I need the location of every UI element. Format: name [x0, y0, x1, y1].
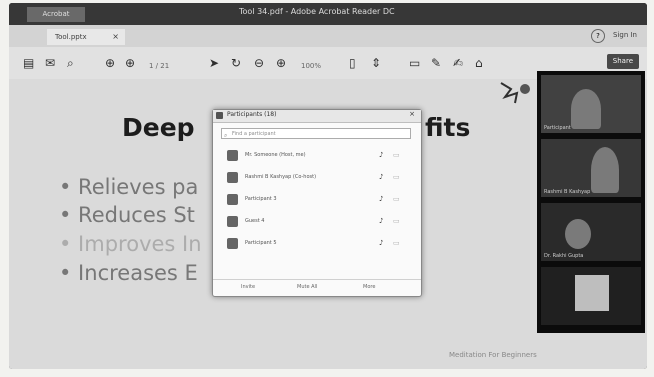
tab-bar: Tool.pptx × ? Sign In [9, 25, 647, 47]
participants-footer: Invite Mute All More [213, 279, 421, 296]
video-tile[interactable] [541, 267, 641, 325]
video-gallery: Participant Rashmi B Kashyap Dr. Rakhi G… [537, 71, 645, 333]
bullet-1: • Relieves pa [59, 175, 199, 199]
window-title: Tool 34.pdf - Adobe Acrobat Reader DC [239, 7, 395, 16]
mic-icon[interactable]: ♪ [379, 173, 383, 181]
comment-icon[interactable]: ▭ [409, 56, 420, 70]
participant-row[interactable]: Guest 4 ♪ ▭ [227, 216, 407, 230]
search-icon: ⌕ [224, 132, 228, 139]
mic-icon[interactable]: ♪ [379, 195, 383, 203]
page-up-icon[interactable]: ⊕ [105, 56, 115, 70]
participants-header: Participants (18) × [213, 110, 421, 123]
save-icon[interactable]: ▤ [23, 56, 34, 70]
slide-footer: Meditation For Beginners [449, 351, 537, 359]
mic-icon[interactable]: ♪ [379, 217, 383, 225]
share-button[interactable]: Share [606, 54, 639, 69]
slide-title-end: fits [425, 113, 471, 142]
bullet-3: • Improves In [59, 232, 202, 256]
participant-name: Mr. Someone (Host, me) [245, 152, 306, 158]
camera-icon[interactable]: ▭ [393, 173, 400, 181]
video-tile[interactable]: Rashmi B Kashyap [541, 139, 641, 197]
close-icon[interactable]: × [409, 110, 415, 118]
search-placeholder: Find a participant [232, 131, 276, 137]
scroll-icon[interactable]: ⇕ [371, 56, 381, 70]
invite-button[interactable]: Invite [241, 284, 255, 290]
avatar [227, 150, 238, 161]
zoom-in-icon[interactable]: ⊕ [276, 56, 286, 70]
monitor-screen: Acrobat Tool 34.pdf - Adobe Acrobat Read… [9, 3, 647, 369]
avatar [227, 194, 238, 205]
camera-icon[interactable]: ▭ [393, 239, 400, 247]
page-fit-icon[interactable]: ▯ [349, 56, 356, 70]
mic-icon[interactable]: ♪ [379, 239, 383, 247]
document-tab[interactable]: Tool.pptx × [47, 29, 125, 45]
video-tile-label: Dr. Rakhi Gupta [544, 253, 584, 259]
participant-video [591, 147, 619, 193]
participant-thumbnail [575, 275, 609, 311]
avatar [227, 238, 238, 249]
photo-frame: Acrobat Tool 34.pdf - Adobe Acrobat Read… [0, 0, 654, 377]
participant-search-input[interactable]: ⌕ Find a participant [221, 128, 411, 139]
camera-icon[interactable]: ▭ [393, 151, 400, 159]
participant-row[interactable]: Rashmi B Kashyap (Co-host) ♪ ▭ [227, 172, 407, 186]
participants-icon [216, 112, 223, 119]
mic-icon[interactable]: ♪ [379, 151, 383, 159]
video-tile-label: Rashmi B Kashyap [544, 189, 591, 195]
page-number[interactable]: 1 / 21 [149, 59, 169, 73]
title-bar: Acrobat Tool 34.pdf - Adobe Acrobat Read… [9, 3, 647, 25]
participant-name: Participant 5 [245, 240, 277, 246]
participant-video [565, 219, 591, 249]
video-tile[interactable]: Participant [541, 75, 641, 133]
video-tile-label: Participant [544, 125, 571, 131]
help-icon[interactable]: ? [591, 29, 605, 43]
participant-video [571, 89, 601, 129]
avatar [227, 172, 238, 183]
sign-in-link[interactable]: Sign In [613, 31, 637, 39]
stamp-icon[interactable]: ⌂ [475, 56, 483, 70]
page-down-icon[interactable]: ⊕ [125, 56, 135, 70]
zoom-out-icon[interactable]: ⊖ [254, 56, 264, 70]
more-button[interactable]: More [363, 284, 375, 290]
mute-all-button[interactable]: Mute All [297, 284, 317, 290]
logo-icon [500, 82, 530, 104]
document-tab-label: Tool.pptx [55, 33, 87, 41]
bullet-2: • Reduces St [59, 203, 195, 227]
search-icon[interactable]: ⌕ [67, 56, 74, 70]
participant-row[interactable]: Participant 3 ♪ ▭ [227, 194, 407, 208]
participant-row[interactable]: Mr. Someone (Host, me) ♪ ▭ [227, 150, 407, 164]
slide-title: Deep [122, 113, 195, 142]
avatar [227, 216, 238, 227]
zoom-level[interactable]: 100% [301, 59, 321, 73]
app-tab[interactable]: Acrobat [27, 7, 85, 22]
sign-icon[interactable]: ✍ [453, 56, 463, 70]
participant-name: Rashmi B Kashyap (Co-host) [245, 174, 317, 180]
hand-icon[interactable]: ↻ [231, 56, 241, 70]
cursor-icon[interactable]: ➤ [209, 56, 219, 70]
participant-name: Participant 3 [245, 196, 277, 202]
mail-icon[interactable]: ✉ [45, 56, 55, 70]
camera-icon[interactable]: ▭ [393, 195, 400, 203]
participants-title: Participants (18) [227, 111, 277, 118]
participant-row[interactable]: Participant 5 ♪ ▭ [227, 238, 407, 252]
close-icon[interactable]: × [112, 29, 119, 45]
video-tile[interactable]: Dr. Rakhi Gupta [541, 203, 641, 261]
participants-panel: Participants (18) × ⌕ Find a participant… [212, 109, 422, 297]
bullet-4: • Increases E [59, 261, 198, 285]
camera-icon[interactable]: ▭ [393, 217, 400, 225]
pen-icon[interactable]: ✎ [431, 56, 441, 70]
participant-name: Guest 4 [245, 218, 265, 224]
